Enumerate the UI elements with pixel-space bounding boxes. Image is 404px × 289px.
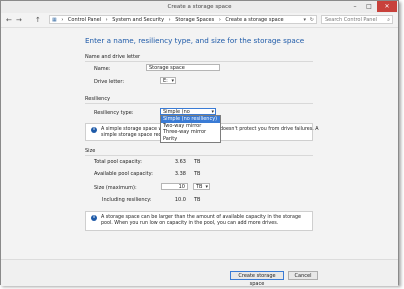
including-resiliency-unit: TB bbox=[194, 197, 201, 203]
chevron-down-icon: ▾ bbox=[205, 184, 208, 190]
breadcrumb-create-storage-space[interactable]: Create a storage space bbox=[225, 16, 283, 24]
divider bbox=[85, 155, 313, 156]
resiliency-option-parity[interactable]: Parity bbox=[161, 136, 220, 143]
available-pool-capacity-value: 3.38 bbox=[174, 171, 186, 177]
size-info-box: i A storage space can be larger than the… bbox=[85, 211, 313, 231]
drive-letter-value: E: bbox=[163, 78, 168, 84]
search-placeholder: Search Control Panel bbox=[325, 17, 377, 23]
available-pool-capacity-unit: TB bbox=[194, 171, 201, 177]
search-input[interactable]: Search Control Panel ⌕ bbox=[321, 15, 393, 24]
content-area: Enter a name, resiliency type, and size … bbox=[1, 28, 398, 258]
total-pool-capacity-label: Total pool capacity: bbox=[94, 159, 142, 165]
resiliency-type-dropdown: Simple (no resiliency) Two-way mirror Th… bbox=[160, 115, 221, 143]
drive-letter-select[interactable]: E: ▾ bbox=[160, 77, 176, 84]
divider bbox=[85, 103, 313, 104]
breadcrumb-storage-spaces[interactable]: Storage Spaces bbox=[175, 16, 214, 24]
divider bbox=[85, 61, 313, 62]
resiliency-type-label: Resiliency type: bbox=[94, 110, 134, 116]
including-resiliency-value: 10.0 bbox=[174, 197, 186, 203]
cancel-button[interactable]: Cancel bbox=[288, 271, 318, 280]
resiliency-type-select[interactable]: Simple (no resiliency) ▾ bbox=[160, 108, 216, 121]
size-maximum-input[interactable]: 10 bbox=[161, 183, 188, 190]
info-icon: i bbox=[91, 127, 97, 133]
address-bar[interactable]: ▦ › Control Panel › System and Security … bbox=[49, 15, 317, 24]
breadcrumb-system-and-security[interactable]: System and Security bbox=[112, 16, 164, 24]
footer-bar: Create storage space Cancel bbox=[1, 259, 398, 287]
page-title: Enter a name, resiliency type, and size … bbox=[85, 36, 305, 45]
close-button[interactable]: ✕ bbox=[377, 1, 397, 12]
create-storage-space-window: Create a storage space – □ ✕ ← → ↑ ▦ › C… bbox=[0, 0, 399, 287]
refresh-icon[interactable]: ↻ bbox=[310, 16, 314, 24]
name-section-title: Name and drive letter bbox=[85, 54, 141, 60]
search-icon[interactable]: ⌕ bbox=[387, 16, 390, 24]
create-storage-space-button[interactable]: Create storage space bbox=[230, 271, 284, 287]
name-label: Name: bbox=[94, 66, 111, 72]
resiliency-info-text-2: doesn't protect you from drive failures.… bbox=[220, 127, 319, 132]
resiliency-option-simple[interactable]: Simple (no resiliency) bbox=[161, 116, 220, 123]
breadcrumb-control-panel[interactable]: Control Panel bbox=[68, 16, 101, 24]
resiliency-section-title: Resiliency bbox=[85, 96, 111, 102]
address-toolbar: ← → ↑ ▦ › Control Panel › System and Sec… bbox=[1, 13, 398, 28]
total-pool-capacity-unit: TB bbox=[194, 159, 201, 165]
size-info-text: A storage space can be larger than the a… bbox=[101, 215, 301, 226]
control-panel-icon: ▦ bbox=[52, 17, 57, 23]
size-unit-value: TB bbox=[196, 184, 203, 190]
window-title: Create a storage space bbox=[167, 4, 232, 10]
back-arrow-icon[interactable]: ← bbox=[6, 16, 12, 24]
chevron-down-icon: ▾ bbox=[171, 78, 174, 84]
maximize-button[interactable]: □ bbox=[362, 1, 376, 12]
up-arrow-icon[interactable]: ↑ bbox=[35, 16, 41, 24]
including-resiliency-label: Including resiliency: bbox=[102, 197, 152, 203]
name-input[interactable]: Storage space bbox=[146, 64, 220, 71]
forward-arrow-icon[interactable]: → bbox=[16, 16, 22, 24]
size-unit-select[interactable]: TB ▾ bbox=[193, 183, 210, 190]
info-icon: i bbox=[91, 215, 97, 221]
title-bar: Create a storage space – □ ✕ bbox=[1, 1, 398, 13]
drive-letter-label: Drive letter: bbox=[94, 79, 125, 85]
size-maximum-label: Size (maximum): bbox=[94, 185, 137, 191]
total-pool-capacity-value: 3.63 bbox=[174, 159, 186, 165]
size-section-title: Size bbox=[85, 148, 96, 154]
minimize-button[interactable]: – bbox=[348, 1, 362, 12]
address-dropdown-icon[interactable]: ▾ bbox=[303, 16, 306, 24]
available-pool-capacity-label: Available pool capacity: bbox=[94, 171, 153, 177]
